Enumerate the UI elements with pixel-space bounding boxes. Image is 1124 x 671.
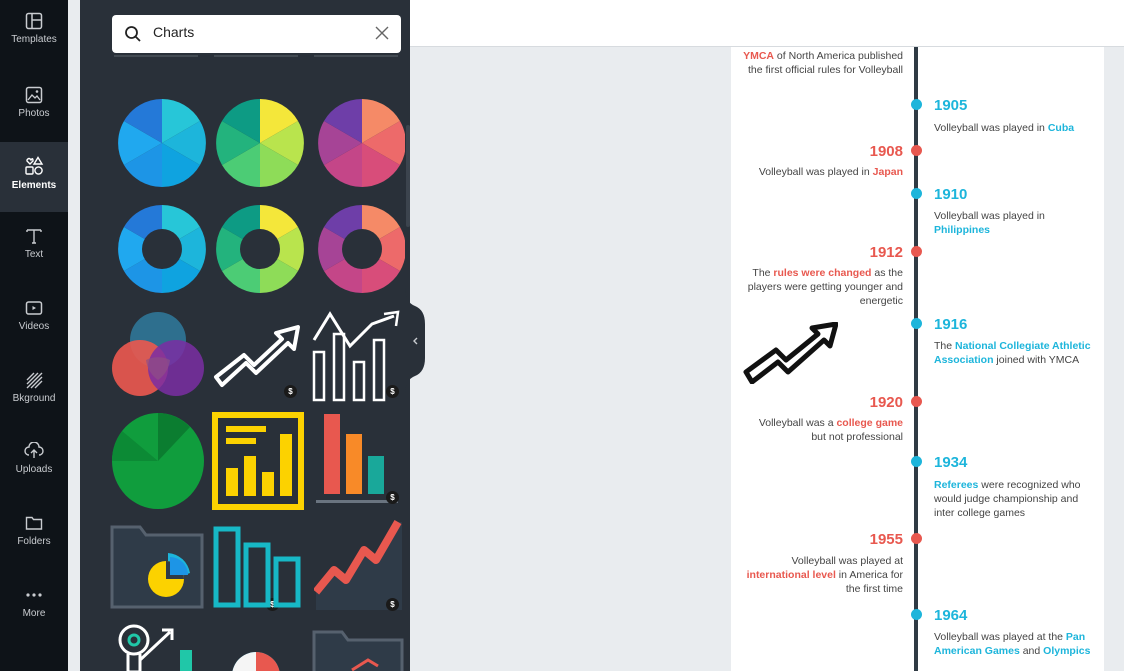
timeline-description: The National Collegiate Athletic Associa…	[934, 340, 1091, 366]
timeline-dot	[911, 396, 922, 407]
timeline-axis	[914, 47, 918, 671]
element-folder-chart[interactable]	[312, 630, 404, 671]
text-icon	[26, 229, 42, 244]
photos-icon	[25, 86, 43, 104]
sidebar-item-elements[interactable]: Elements	[0, 142, 68, 212]
premium-badge: $	[386, 598, 399, 611]
close-icon[interactable]	[375, 26, 389, 40]
element-folder-pie[interactable]	[110, 523, 204, 609]
element-pie-chart-green-large[interactable]	[110, 412, 206, 510]
timeline-dot	[911, 99, 922, 110]
search-icon	[125, 26, 141, 42]
timeline-intro: YMCA of North America published the firs…	[733, 49, 903, 77]
timeline-description: Volleyball was a college game but not pr…	[758, 417, 903, 443]
timeline-description: The rules were changed as the players we…	[747, 267, 903, 307]
sidebar-item-more[interactable]: More	[0, 572, 68, 642]
timeline-year: 1910	[934, 186, 968, 203]
sidebar-item-label: Photos	[18, 108, 50, 119]
collapse-panel-button[interactable]	[405, 288, 427, 394]
timeline-year: 1908	[869, 143, 903, 160]
sidebar-item-photos[interactable]: Photos	[0, 72, 68, 142]
timeline-year: 1905	[934, 97, 968, 114]
timeline-description: Volleyball was played at international l…	[746, 555, 903, 595]
timeline-dot	[911, 188, 922, 199]
sidebar-item-label: Uploads	[15, 464, 53, 475]
sidebar-item-folders[interactable]: Folders	[0, 500, 68, 570]
element-donut-chart-blue[interactable]	[118, 205, 206, 293]
sidebar-item-label: Bkground	[12, 393, 56, 404]
timeline-year: 1955	[869, 531, 903, 548]
timeline-description: Referees were recognized who would judge…	[934, 479, 1081, 519]
element-bar-chart-yellow-frame[interactable]	[212, 412, 304, 510]
premium-badge: $	[386, 385, 399, 398]
timeline-description: Volleyball was played in Philippines	[934, 210, 1045, 236]
element-donut-chart-green[interactable]	[216, 205, 304, 293]
timeline-description: Volleyball was played in Cuba	[934, 122, 1075, 134]
timeline-dot	[911, 533, 922, 544]
elements-panel: $ $ $ $ $	[80, 0, 410, 671]
templates-icon	[25, 12, 43, 30]
premium-badge: $	[284, 385, 297, 398]
element-venn-diagram[interactable]	[110, 310, 208, 402]
timeline-description: Volleyball was played in Japan	[758, 166, 903, 178]
sidebar-item-label: Videos	[18, 321, 50, 332]
timeline-year: 1912	[869, 244, 903, 261]
timeline-year: 1916	[934, 316, 968, 333]
canvas-trend-arrow[interactable]	[742, 321, 839, 385]
canvas-top-bar	[410, 0, 1124, 47]
element-pie-chart-blue[interactable]	[118, 99, 206, 187]
sidebar-item-uploads[interactable]: Uploads	[0, 428, 68, 498]
left-rail: Templates Photos Elements Text Videos Bk…	[0, 0, 68, 671]
timeline-dot	[911, 456, 922, 467]
search-input[interactable]	[153, 24, 353, 40]
sidebar-item-videos[interactable]: Videos	[0, 285, 68, 355]
element-donut-chart-purple[interactable]	[318, 205, 406, 293]
element-pie-chart-small[interactable]	[228, 648, 284, 671]
uploads-icon	[24, 442, 44, 458]
sidebar-item-label: More	[22, 608, 46, 619]
timeline-dot	[911, 145, 922, 156]
sidebar-item-background[interactable]: Bkground	[0, 357, 68, 427]
background-icon	[26, 372, 43, 389]
videos-icon	[25, 301, 43, 315]
timeline-dot	[911, 609, 922, 620]
more-icon	[26, 593, 42, 597]
search-bar	[112, 15, 401, 53]
sidebar-item-label: Text	[24, 249, 44, 260]
sidebar-item-label: Folders	[17, 536, 51, 547]
sidebar-item-label: Elements	[11, 180, 57, 191]
timeline-description: Volleyball was played at the Pan America…	[934, 631, 1091, 657]
sidebar-item-text[interactable]: Text	[0, 213, 68, 283]
rail-gap	[68, 0, 80, 671]
element-idea-growth-chart[interactable]	[110, 622, 206, 671]
sidebar-item-label: Templates	[11, 34, 57, 45]
elements-icon	[25, 156, 44, 175]
panel-scrollbar-thumb[interactable]	[406, 125, 410, 227]
folders-icon	[25, 516, 43, 530]
timeline-year: 1934	[934, 454, 968, 471]
element-pie-chart-purple[interactable]	[318, 99, 406, 187]
timeline-dot	[911, 318, 922, 329]
element-pie-chart-green[interactable]	[216, 99, 304, 187]
timeline-highlight: YMCA	[743, 50, 775, 62]
timeline-year: 1920	[869, 394, 903, 411]
timeline-dot	[911, 246, 922, 257]
timeline-year: 1964	[934, 607, 968, 624]
sidebar-item-templates[interactable]: Templates	[0, 0, 68, 58]
premium-badge: $	[386, 491, 399, 504]
element-bar-chart-outline-teal[interactable]	[212, 523, 306, 609]
